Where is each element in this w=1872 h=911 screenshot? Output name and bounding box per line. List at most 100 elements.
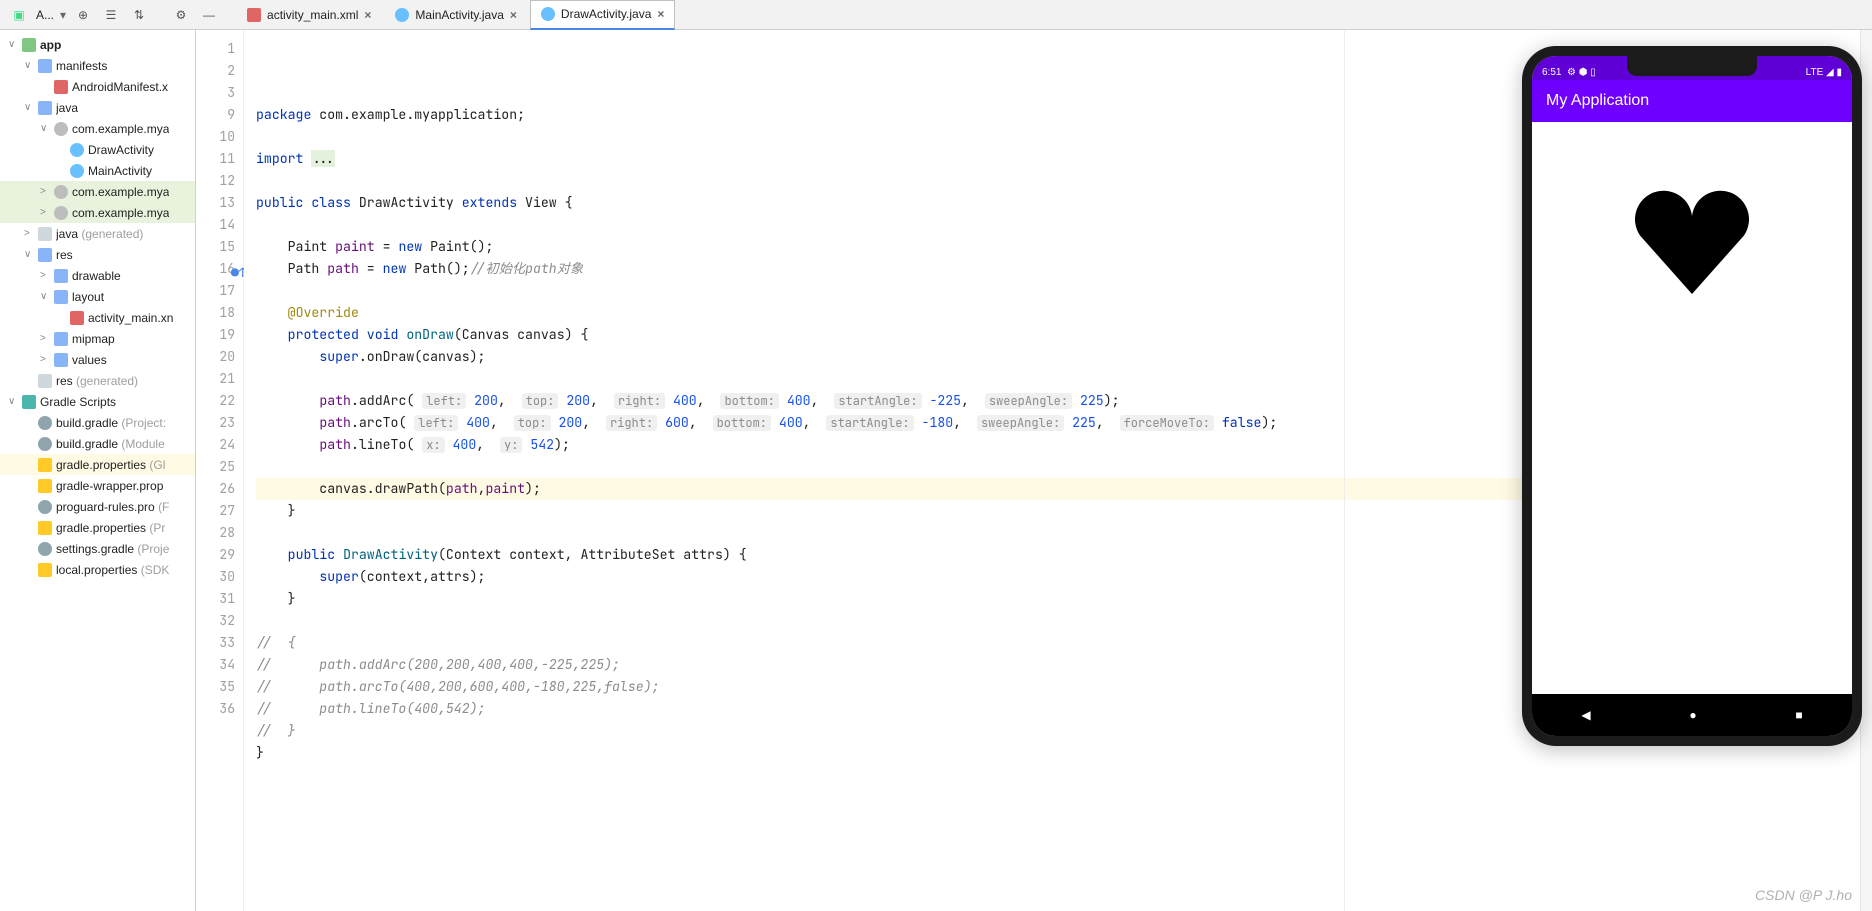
- xmlf-icon: [70, 311, 84, 325]
- tree-item-proguard-rules-pro[interactable]: proguard-rules.pro (F: [0, 496, 195, 517]
- chevron-icon[interactable]: >: [40, 333, 52, 344]
- folder-icon: [54, 290, 68, 304]
- chevron-icon[interactable]: ∨: [8, 39, 20, 50]
- chevron-icon[interactable]: >: [40, 186, 52, 197]
- chevron-icon[interactable]: ∨: [24, 60, 36, 71]
- tree-item-androidmanifest-x[interactable]: AndroidManifest.x: [0, 76, 195, 97]
- tree-item-settings-gradle[interactable]: settings.gradle (Proje: [0, 538, 195, 559]
- tree-item-build-gradle[interactable]: build.gradle (Module: [0, 433, 195, 454]
- code-line-36[interactable]: [256, 764, 1860, 786]
- tree-item-mainactivity[interactable]: MainActivity: [0, 160, 195, 181]
- tree-item-java[interactable]: ∨java: [0, 97, 195, 118]
- module-icon: [22, 38, 36, 52]
- pkg-icon: [54, 122, 68, 136]
- folder-icon: [38, 101, 52, 115]
- chevron-icon[interactable]: ∨: [40, 123, 52, 134]
- tree-item-gradle-wrapper-prop[interactable]: gradle-wrapper.prop: [0, 475, 195, 496]
- watermark-text: CSDN @P J.ho: [1755, 887, 1852, 903]
- nav-recent-icon[interactable]: ■: [1795, 708, 1802, 722]
- tree-item-gradle-scripts[interactable]: ∨Gradle Scripts: [0, 391, 195, 412]
- gradle-icon: [38, 500, 52, 514]
- props-icon: [38, 521, 52, 535]
- xml-file-icon: [247, 8, 261, 22]
- right-margin-line: [1344, 30, 1345, 911]
- props-icon: [38, 458, 52, 472]
- folder-gen-icon: [38, 227, 52, 241]
- javaf-icon: [70, 164, 84, 178]
- tree-item-com-example-mya[interactable]: >com.example.mya: [0, 202, 195, 223]
- chevron-icon[interactable]: ∨: [40, 291, 52, 302]
- tab-drawactivity-java[interactable]: DrawActivity.java×: [530, 0, 675, 30]
- tree-item-com-example-mya[interactable]: >com.example.mya: [0, 181, 195, 202]
- tree-item-local-properties[interactable]: local.properties (SDK: [0, 559, 195, 580]
- app-title: My Application: [1546, 92, 1649, 110]
- status-network: LTE ◢ ▮: [1806, 67, 1842, 78]
- folder-icon: [54, 269, 68, 283]
- nav-back-icon[interactable]: ◀: [1581, 708, 1590, 722]
- android-navbar[interactable]: ◀ ● ■: [1532, 694, 1852, 736]
- props-icon: [38, 479, 52, 493]
- tree-item-java[interactable]: >java (generated): [0, 223, 195, 244]
- chevron-icon[interactable]: ∨: [24, 249, 36, 260]
- folder-icon: [54, 332, 68, 346]
- line-gutter: 123910111213141516●↑17181920212223242526…: [196, 30, 244, 911]
- chevron-icon[interactable]: >: [24, 228, 36, 239]
- tab-activity_main-xml[interactable]: activity_main.xml×: [236, 0, 382, 30]
- gradle-icon: [38, 416, 52, 430]
- close-icon[interactable]: ×: [364, 8, 371, 22]
- tree-item-mipmap[interactable]: >mipmap: [0, 328, 195, 349]
- java-file-icon: [395, 8, 409, 22]
- chevron-icon[interactable]: >: [40, 270, 52, 281]
- chevron-icon[interactable]: ∨: [8, 396, 20, 407]
- java-file-icon: [541, 7, 555, 21]
- pkg-icon: [54, 185, 68, 199]
- folder-icon: [54, 353, 68, 367]
- toolbar-sort-icon[interactable]: ⇅: [128, 4, 150, 26]
- folder-icon: [38, 59, 52, 73]
- folder-icon: [38, 248, 52, 262]
- tree-item-build-gradle[interactable]: build.gradle (Project:: [0, 412, 195, 433]
- gear-icon[interactable]: ⚙: [170, 4, 192, 26]
- override-gutter-icon[interactable]: ●↑: [231, 262, 241, 272]
- heart-shape-icon: [1627, 182, 1757, 305]
- app-canvas: [1532, 122, 1852, 694]
- status-time: 6:51: [1542, 67, 1561, 78]
- editor-tabs: activity_main.xml×MainActivity.java×Draw…: [236, 0, 675, 30]
- close-icon[interactable]: ×: [657, 7, 664, 21]
- chevron-icon[interactable]: >: [40, 207, 52, 218]
- tree-item-values[interactable]: >values: [0, 349, 195, 370]
- tree-item-gradle-properties[interactable]: gradle.properties (Pr: [0, 517, 195, 538]
- tab-mainactivity-java[interactable]: MainActivity.java×: [384, 0, 528, 30]
- tree-item-res[interactable]: res (generated): [0, 370, 195, 391]
- toolbar-collapse-icon[interactable]: ☰: [100, 4, 122, 26]
- gradle-el-icon: [22, 395, 36, 409]
- tree-item-manifests[interactable]: ∨manifests: [0, 55, 195, 76]
- tree-item-app[interactable]: ∨app: [0, 34, 195, 55]
- tree-item-drawactivity[interactable]: DrawActivity: [0, 139, 195, 160]
- pkg-icon: [54, 206, 68, 220]
- minimize-icon[interactable]: —: [198, 4, 220, 26]
- folder-gen-icon: [38, 374, 52, 388]
- app-toolbar: My Application: [1532, 80, 1852, 122]
- dropdown-chevron-icon[interactable]: ▾: [60, 8, 66, 22]
- toolbar-target-icon[interactable]: ⊕: [72, 4, 94, 26]
- tree-item-res[interactable]: ∨res: [0, 244, 195, 265]
- emulator-window[interactable]: 6:51 ⚙ ⬢ ▯ LTE ◢ ▮ My Application ◀ ● ■: [1522, 46, 1862, 746]
- gradle-icon: [38, 437, 52, 451]
- project-sidebar[interactable]: ∨app∨manifestsAndroidManifest.x∨java∨com…: [0, 30, 196, 911]
- tree-item-com-example-mya[interactable]: ∨com.example.mya: [0, 118, 195, 139]
- nav-home-icon[interactable]: ●: [1689, 708, 1696, 722]
- view-dropdown[interactable]: A...: [36, 8, 54, 22]
- close-icon[interactable]: ×: [510, 8, 517, 22]
- tree-item-drawable[interactable]: >drawable: [0, 265, 195, 286]
- gradle-icon: [38, 542, 52, 556]
- props-icon: [38, 563, 52, 577]
- chevron-icon[interactable]: >: [40, 354, 52, 365]
- tree-item-layout[interactable]: ∨layout: [0, 286, 195, 307]
- tree-item-gradle-properties[interactable]: gradle.properties (Gl: [0, 454, 195, 475]
- phone-notch: [1627, 56, 1757, 76]
- tree-item-activity_main-xn[interactable]: activity_main.xn: [0, 307, 195, 328]
- javaf-icon: [70, 143, 84, 157]
- xmlf-icon: [54, 80, 68, 94]
- chevron-icon[interactable]: ∨: [24, 102, 36, 113]
